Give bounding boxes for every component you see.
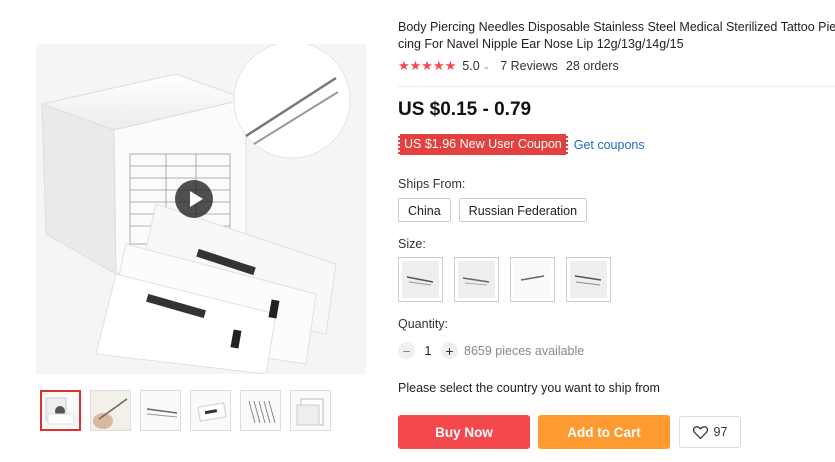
thumbnail-2[interactable] [90, 390, 131, 431]
heart-icon [692, 425, 708, 439]
size-option-3[interactable] [510, 257, 555, 302]
quantity-label: Quantity: [398, 317, 449, 331]
rating-stars: ★★★★★ [398, 58, 457, 73]
action-buttons: Buy Now Add to Cart 97 [398, 415, 741, 449]
coupon-badge[interactable]: US $1.96 New User Coupon [397, 134, 569, 155]
ships-from-option-china[interactable]: China [398, 198, 451, 222]
product-title: Body Piercing Needles Disposable Stainle… [398, 19, 835, 53]
thumbnail-4[interactable] [190, 390, 231, 431]
thumbnail-5[interactable] [240, 390, 281, 431]
size-option-2[interactable] [454, 257, 499, 302]
quantity-available: 8659 pieces available [464, 343, 585, 358]
quantity-stepper: − 1 + 8659 pieces available [398, 342, 584, 359]
coupon-row: US $1.96 New User Coupon Get coupons [397, 134, 645, 155]
ships-from-label: Ships From: [398, 177, 466, 191]
size-options [398, 257, 614, 302]
get-coupons-link[interactable]: Get coupons [574, 138, 645, 152]
divider [398, 86, 835, 87]
wishlist-button[interactable]: 97 [679, 416, 741, 448]
quantity-decrease-button[interactable]: − [398, 342, 415, 359]
play-icon[interactable] [175, 180, 213, 218]
product-title-line-1: Body Piercing Needles Disposable Stainle… [398, 20, 835, 34]
product-gallery [0, 0, 385, 462]
add-to-cart-button[interactable]: Add to Cart [538, 415, 670, 449]
reviews-link[interactable]: 7 Reviews [500, 59, 558, 73]
quantity-increase-button[interactable]: + [441, 342, 458, 359]
main-product-image[interactable] [36, 44, 366, 374]
thumbnail-strip [40, 390, 331, 431]
thumbnail-1[interactable] [40, 390, 81, 431]
thumbnail-6[interactable] [290, 390, 331, 431]
product-price: US $0.15 - 0.79 [398, 99, 532, 120]
chevron-down-icon[interactable]: ⌄ [483, 61, 491, 72]
ships-from-option-russia[interactable]: Russian Federation [458, 198, 588, 222]
buy-now-button[interactable]: Buy Now [398, 415, 530, 449]
size-option-4[interactable] [566, 257, 611, 302]
thumbnail-3[interactable] [140, 390, 181, 431]
rating-score: 5.0 [462, 59, 480, 73]
ships-from-options: China Russian Federation [398, 198, 588, 222]
wishlist-count: 97 [713, 425, 728, 439]
size-option-1[interactable] [398, 257, 443, 302]
product-title-line-2: cing For Navel Nipple Ear Nose Lip 12g/1… [398, 37, 684, 51]
orders-count: 28 orders [565, 59, 619, 73]
rating-row: ★★★★★ 5.0 ⌄ 7 Reviews 28 orders [398, 58, 619, 74]
quantity-input[interactable]: 1 [415, 344, 441, 358]
size-label: Size: [398, 237, 426, 251]
shipping-message: Please select the country you want to sh… [398, 381, 660, 395]
